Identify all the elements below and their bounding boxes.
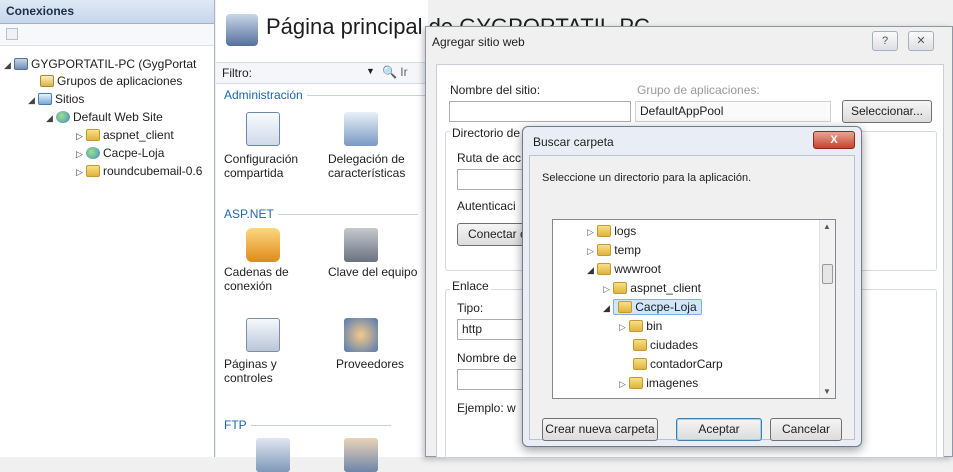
sites-icon bbox=[38, 93, 52, 105]
ftp-feature-icon[interactable] bbox=[256, 438, 290, 472]
folder-icon bbox=[597, 244, 612, 256]
pages-controls-icon[interactable] bbox=[246, 318, 280, 352]
scroll-thumb[interactable] bbox=[822, 264, 833, 284]
connections-toolbar bbox=[0, 24, 214, 46]
type-label: Tipo: bbox=[457, 301, 484, 315]
browse-folder-body: Seleccione un directorio para la aplicac… bbox=[529, 155, 855, 441]
add-site-title: Agregar sitio web bbox=[432, 35, 525, 49]
folder-icon bbox=[613, 282, 628, 294]
binding-label: Enlace bbox=[450, 279, 491, 293]
folder-icon bbox=[633, 358, 647, 370]
server-home-icon bbox=[226, 14, 258, 46]
tree-item-cacpe-loja[interactable]: ▷ Cacpe-Loja bbox=[76, 145, 164, 161]
tree-item-server[interactable]: ◢ GYGPORTATIL-PC (GygPortat bbox=[4, 56, 196, 72]
go-icon[interactable]: 🔍 Ir bbox=[382, 65, 408, 79]
feature-pages-controls[interactable]: Páginas y controles bbox=[224, 357, 284, 385]
connections-header: Conexiones bbox=[0, 0, 214, 24]
folder-item-wwwroot[interactable]: ◢ wwwroot bbox=[587, 260, 661, 278]
new-folder-button[interactable]: Crear nueva carpeta bbox=[542, 418, 658, 441]
browse-folder-title: Buscar carpeta bbox=[533, 135, 614, 149]
back-icon[interactable] bbox=[6, 28, 18, 40]
site-name-label: Nombre del sitio: bbox=[450, 83, 541, 97]
feature-connection-strings[interactable]: Cadenas de conexión bbox=[224, 265, 294, 293]
folder-icon bbox=[597, 225, 612, 237]
providers-icon[interactable] bbox=[344, 318, 378, 352]
close-icon[interactable]: X bbox=[813, 131, 855, 149]
folder-icon bbox=[629, 320, 644, 332]
connection-strings-icon[interactable] bbox=[246, 228, 280, 262]
physical-path-label: Ruta de acc bbox=[457, 151, 522, 165]
ftp-user-icon[interactable] bbox=[344, 438, 378, 472]
filter-label: Filtro: bbox=[222, 66, 252, 80]
folder-item-logs[interactable]: ▷ logs bbox=[587, 222, 636, 240]
folder-item-bin[interactable]: ▷ bin bbox=[619, 317, 662, 335]
browse-folder-dialog: Buscar carpeta X Seleccione un directori… bbox=[522, 126, 862, 447]
tree-item-roundcubemail[interactable]: ▷ roundcubemail-0.6 bbox=[76, 163, 202, 179]
tree-item-default-web-site[interactable]: ◢ Default Web Site bbox=[46, 109, 163, 125]
section-administracion: Administración bbox=[224, 88, 446, 102]
folder-item-aspnet-client[interactable]: ▷ aspnet_client bbox=[603, 279, 701, 297]
select-app-pool-button[interactable]: Seleccionar... bbox=[842, 100, 932, 123]
machine-key-icon[interactable] bbox=[344, 228, 378, 262]
instruction-text: Seleccione un directorio para la aplicac… bbox=[542, 172, 752, 184]
folder-item-contadorcarp[interactable]: contadorCarp bbox=[633, 355, 723, 373]
tree-item-aspnet-client[interactable]: ▷ aspnet_client bbox=[76, 127, 174, 143]
home-panel: Página principal de GYGPORTATIL-PC Filtr… bbox=[216, 0, 650, 472]
tree-item-app-pools[interactable]: Grupos de aplicaciones bbox=[40, 73, 182, 89]
folder-icon bbox=[86, 129, 100, 141]
app-pool-label: Grupo de aplicaciones: bbox=[637, 83, 760, 97]
feature-shared-config[interactable]: Configuración compartida bbox=[224, 152, 304, 180]
folder-icon bbox=[629, 377, 644, 389]
feature-delegation[interactable]: Delegación de características bbox=[328, 152, 408, 180]
site-name-input[interactable] bbox=[449, 101, 631, 122]
help-button[interactable]: ? bbox=[872, 31, 898, 51]
filter-bar: Filtro: ▼ 🔍 Ir bbox=[216, 62, 428, 84]
scroll-down-icon[interactable]: ▼ bbox=[823, 387, 831, 396]
folder-icon bbox=[597, 263, 612, 275]
host-name-label: Nombre de bbox=[457, 351, 517, 365]
auth-label: Autenticaci bbox=[457, 199, 516, 213]
folder-icon bbox=[86, 165, 100, 177]
connections-panel: Conexiones ◢ GYGPORTATIL-PC (GygPortat Gr… bbox=[0, 0, 215, 457]
feature-delegation-icon[interactable] bbox=[344, 112, 378, 146]
folder-icon bbox=[618, 301, 633, 313]
cancel-button[interactable]: Cancelar bbox=[770, 418, 842, 441]
content-directory-label: Directorio de bbox=[450, 126, 523, 140]
app-icon bbox=[86, 147, 100, 159]
feature-providers[interactable]: Proveedores bbox=[336, 357, 416, 371]
folder-item-cacpe-loja[interactable]: ◢ Cacpe-Loja bbox=[603, 298, 702, 316]
shared-config-icon[interactable] bbox=[246, 112, 280, 146]
globe-icon bbox=[56, 111, 70, 123]
section-ftp: FTP bbox=[224, 418, 389, 432]
scroll-up-icon[interactable]: ▲ bbox=[823, 222, 831, 231]
app-pool-field: DefaultAppPool bbox=[635, 101, 831, 122]
section-aspnet: ASP.NET bbox=[224, 207, 418, 221]
folder-tree[interactable]: ▷ logs ▷ temp ◢ wwwroot ▷ aspnet_client … bbox=[552, 219, 836, 399]
app-pool-icon bbox=[40, 75, 54, 87]
tree-item-sites[interactable]: ◢ Sitios bbox=[28, 91, 84, 107]
filter-dropdown-icon[interactable]: ▼ bbox=[366, 66, 375, 76]
example-label: Ejemplo: w bbox=[457, 401, 516, 415]
folder-icon bbox=[633, 339, 647, 351]
feature-machine-key[interactable]: Clave del equipo bbox=[328, 265, 428, 279]
ok-button[interactable]: Aceptar bbox=[676, 418, 762, 441]
vertical-scrollbar[interactable]: ▲ ▼ bbox=[819, 220, 835, 398]
server-icon bbox=[14, 58, 28, 70]
close-button[interactable]: ✕ bbox=[908, 31, 934, 51]
folder-item-imagenes[interactable]: ▷ imagenes bbox=[619, 374, 698, 392]
folder-item-temp[interactable]: ▷ temp bbox=[587, 241, 641, 259]
folder-item-ciudades[interactable]: ciudades bbox=[633, 336, 698, 354]
